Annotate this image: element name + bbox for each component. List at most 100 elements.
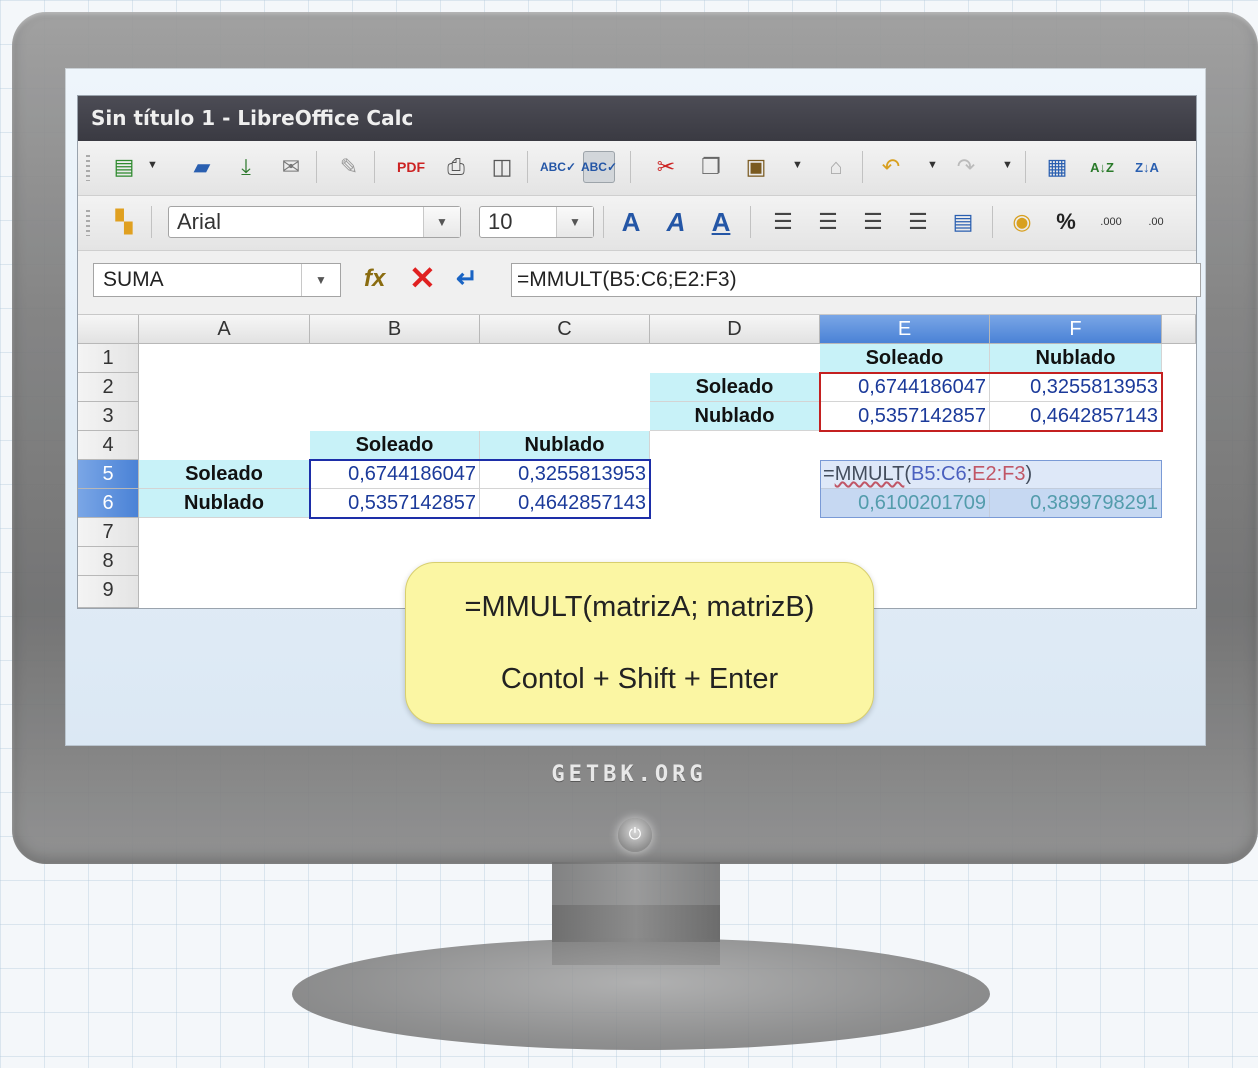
brand-logo: GETBK.ORG [551,762,707,787]
clone-format-icon[interactable]: ⌂ [820,151,852,183]
new-dropdown-icon[interactable]: ▼ [147,159,158,171]
window-title: Sin título 1 - LibreOffice Calc [78,96,1196,141]
sort-descending-icon[interactable]: Z↓A [1131,151,1163,183]
corner-select-all[interactable] [78,315,139,344]
cell-d2[interactable]: Soleado [650,373,820,402]
print-icon[interactable]: ⎙ [440,151,472,183]
row-header-9[interactable]: 9 [78,576,139,608]
sep-3 [527,151,528,183]
italic-icon[interactable]: A [660,206,692,238]
col-header-e[interactable]: E [820,315,990,344]
spellcheck-icon[interactable]: ABC✓ [540,151,576,183]
autospellcheck-icon[interactable]: ABC✓ [581,151,617,183]
sort-ascending-icon[interactable]: A↓Z [1086,151,1118,183]
col-header-blank [1162,315,1196,344]
monitor-foot [292,938,990,1050]
sep-2 [374,151,375,183]
formula-range-a: B5:C6 [910,463,967,485]
row-header-5[interactable]: 5 [78,460,139,489]
hint-callout: =MMULT(matrizA; matrizB) Contol + Shift … [405,562,874,724]
cell-e5-formula[interactable]: =MMULT(B5:C6;E2:F3) [820,460,1162,489]
col-header-b[interactable]: B [310,315,480,344]
cell-e2[interactable]: 0,6744186047 [820,373,990,402]
justify-icon[interactable]: ☰ [902,206,934,238]
copy-icon[interactable]: ❐ [695,151,727,183]
paste-dropdown-icon[interactable]: ▼ [792,159,803,171]
name-box[interactable]: SUMA ▼ [93,263,341,297]
font-size-dropdown-icon[interactable]: ▼ [556,207,593,237]
undo-dropdown-icon[interactable]: ▼ [927,159,938,171]
currency-icon[interactable]: ◉ [1006,206,1038,238]
cell-f2[interactable]: 0,3255813953 [990,373,1162,402]
cancel-icon[interactable]: ✕ [409,261,436,295]
power-icon[interactable]: ⏻ [618,818,652,852]
delete-decimal-icon[interactable]: .00 [1140,206,1172,238]
name-box-value: SUMA [103,268,164,291]
font-name-combo[interactable]: Arial ▼ [168,206,461,238]
row-header-7[interactable]: 7 [78,518,139,547]
standard-toolbar: ▤ ▼ ▰ ⤓ ✉ ✎ PDF ⎙ ◫ ABC✓ ABC✓ ✂ ❐ ▣ ▼ ⌂ … [78,141,1196,196]
row-header-8[interactable]: 8 [78,547,139,576]
name-box-dropdown-icon[interactable]: ▼ [301,264,340,296]
cell-b4[interactable]: Soleado [310,431,480,460]
formula-input[interactable]: =MMULT(B5:C6;E2:F3) [511,263,1201,297]
undo-icon[interactable]: ↶ [875,151,907,183]
cell-e3[interactable]: 0,5357142857 [820,402,990,431]
formatting-toolbar: ▚ Arial ▼ 10 ▼ A A A ☰ ☰ ☰ ☰ ▤ ◉ % .000 [78,196,1196,251]
accept-icon[interactable]: ↵ [456,263,478,294]
print-preview-icon[interactable]: ◫ [486,151,518,183]
cell-f1[interactable]: Nublado [990,344,1162,373]
align-center-icon[interactable]: ☰ [812,206,844,238]
toolbar-grip[interactable] [86,210,90,236]
styles-icon[interactable]: ▚ [108,206,140,238]
hint-syntax: =MMULT(matrizA; matrizB) [464,591,815,623]
save-icon[interactable]: ⤓ [230,151,262,183]
row-header-4[interactable]: 4 [78,431,139,460]
align-left-icon[interactable]: ☰ [767,206,799,238]
row-header-6[interactable]: 6 [78,489,139,518]
row-header-1[interactable]: 1 [78,344,139,373]
col-header-d[interactable]: D [650,315,820,344]
cell-c6[interactable]: 0,4642857143 [480,489,650,518]
cell-b5[interactable]: 0,6744186047 [310,460,480,489]
bold-icon[interactable]: A [615,206,647,238]
add-decimal-icon[interactable]: .000 [1095,206,1127,238]
underline-icon[interactable]: A [705,206,737,238]
font-size-combo[interactable]: 10 ▼ [479,206,594,238]
export-pdf-icon[interactable]: PDF [395,151,427,183]
col-header-c[interactable]: C [480,315,650,344]
cut-icon[interactable]: ✂ [650,151,682,183]
formula-close-paren: ) [1025,463,1033,485]
font-name-value: Arial [177,209,222,234]
new-icon[interactable]: ▤ [108,151,140,183]
paste-icon[interactable]: ▣ [740,151,772,183]
merge-cells-icon[interactable]: ▤ [947,206,979,238]
align-right-icon[interactable]: ☰ [857,206,889,238]
cell-c5[interactable]: 0,3255813953 [480,460,650,489]
function-wizard-icon[interactable]: fx [364,265,385,293]
cell-b6[interactable]: 0,5357142857 [310,489,480,518]
col-header-f[interactable]: F [990,315,1162,344]
cell-f6[interactable]: 0,3899798291 [990,489,1162,518]
cell-c4[interactable]: Nublado [480,431,650,460]
cell-e6[interactable]: 0,6100201709 [820,489,990,518]
edit-file-icon[interactable]: ✎ [333,151,365,183]
toolbar-grip[interactable] [86,155,90,181]
formula-range-b: E2:F3 [972,463,1026,485]
cell-d3[interactable]: Nublado [650,402,820,431]
chart-icon[interactable]: ▦ [1041,151,1073,183]
redo-dropdown-icon[interactable]: ▼ [1002,159,1013,171]
row-header-2[interactable]: 2 [78,373,139,402]
email-icon[interactable]: ✉ [275,151,307,183]
cell-a5[interactable]: Soleado [139,460,310,489]
open-icon[interactable]: ▰ [186,151,218,183]
cell-e1[interactable]: Soleado [820,344,990,373]
col-header-a[interactable]: A [139,315,310,344]
font-name-dropdown-icon[interactable]: ▼ [423,207,460,237]
redo-icon[interactable]: ↷ [950,151,982,183]
formula-bar: SUMA ▼ fx ✕ ↵ =MMULT(B5:C6;E2:F3) [78,251,1201,315]
row-header-3[interactable]: 3 [78,402,139,431]
cell-f3[interactable]: 0,4642857143 [990,402,1162,431]
percent-icon[interactable]: % [1050,206,1082,238]
cell-a6[interactable]: Nublado [139,489,310,518]
